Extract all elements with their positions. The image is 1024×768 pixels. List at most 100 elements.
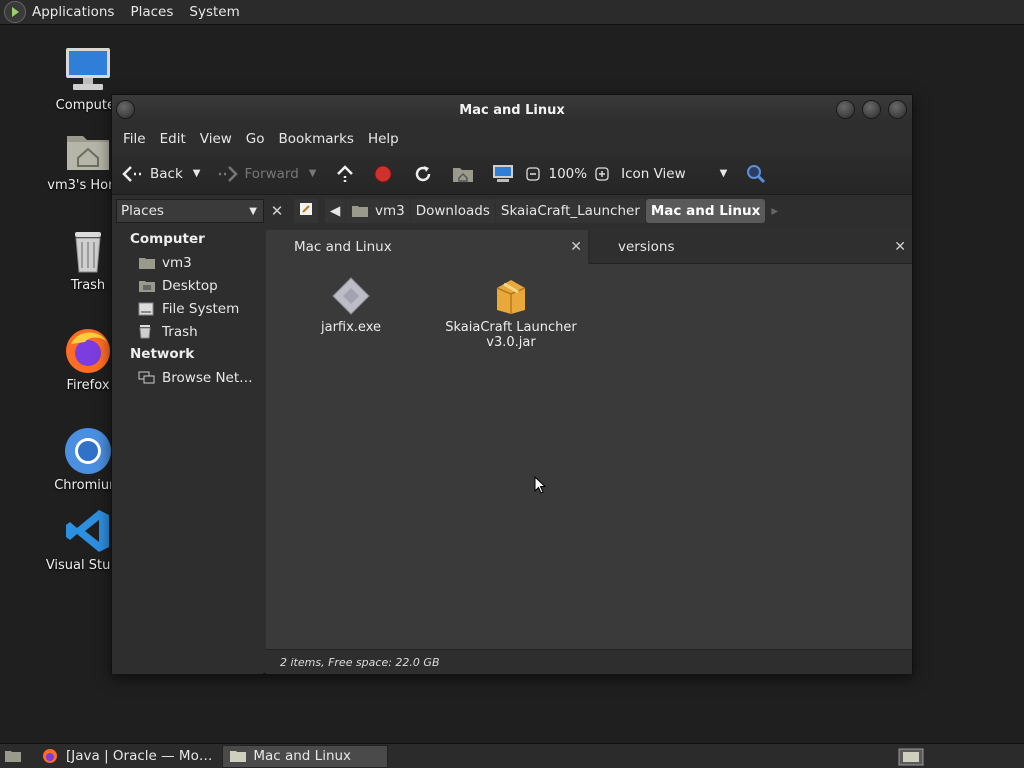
- chevron-left-icon: ◀: [329, 203, 341, 219]
- breadcrumb-downloads[interactable]: Downloads: [410, 199, 495, 223]
- forward-label: Forward: [244, 165, 299, 182]
- close-icon[interactable]: [888, 100, 907, 119]
- sidebar-item-label: Desktop: [162, 277, 218, 294]
- sidebar-type-value: Places: [121, 203, 164, 219]
- top-panel: Applications Places System: [0, 0, 1024, 25]
- back-button[interactable]: Back ▼: [120, 161, 200, 187]
- computer-icon: [490, 161, 516, 187]
- chromium-icon: [63, 426, 113, 476]
- breadcrumb-vm3[interactable]: vm3: [346, 199, 410, 223]
- close-sidebar-button[interactable]: ✕: [266, 199, 288, 223]
- file-item-jarfix[interactable]: jarfix.exe: [281, 276, 421, 335]
- view-mode-dropdown-icon: ▼: [719, 168, 728, 179]
- menu-go[interactable]: Go: [239, 131, 272, 147]
- close-tab-icon[interactable]: ✕: [570, 239, 582, 255]
- desktop-folder-icon: [138, 278, 156, 294]
- search-button[interactable]: [743, 161, 769, 187]
- applications-menu[interactable]: Applications: [0, 0, 122, 25]
- edit-pencil-icon: [299, 202, 313, 220]
- zoom-out-icon: [524, 161, 542, 187]
- mouse-pointer-icon: [534, 475, 547, 494]
- window-menu-icon[interactable]: [116, 100, 135, 119]
- file-name: SkaiaCraft Launcher v3.0.jar: [445, 320, 577, 350]
- home-folder-icon: [63, 126, 113, 176]
- sidebar-item-label: Browse Net…: [162, 369, 253, 386]
- applications-menu-label: Applications: [32, 3, 115, 20]
- window-title: Mac and Linux: [459, 102, 565, 118]
- tab-label: versions: [618, 238, 675, 255]
- network-icon: [138, 370, 156, 386]
- sidebar-type-select[interactable]: Places ▼: [116, 199, 264, 223]
- sidebar: Computer vm3 Desktop File System Trash N…: [112, 228, 263, 674]
- system-menu[interactable]: System: [181, 0, 247, 25]
- sidebar-item-trash[interactable]: Trash: [112, 320, 263, 343]
- menu-bookmarks[interactable]: Bookmarks: [272, 131, 361, 147]
- firefox-icon: [63, 326, 113, 376]
- breadcrumb-scroll-right[interactable]: ▸: [766, 199, 783, 223]
- sidebar-item-browse-network[interactable]: Browse Net…: [112, 366, 263, 389]
- close-icon: ✕: [270, 202, 284, 220]
- maximize-icon[interactable]: [862, 100, 881, 119]
- taskbar-item-firefox[interactable]: [Java | Oracle — Mo…: [36, 745, 218, 768]
- zoom-in-button[interactable]: [593, 161, 611, 187]
- sidebar-item-vm3[interactable]: vm3: [112, 251, 263, 274]
- sidebar-item-desktop[interactable]: Desktop: [112, 274, 263, 297]
- taskbar-item-label: Mac and Linux: [253, 748, 352, 764]
- breadcrumb-skaiacraft-launcher[interactable]: SkaiaCraft_Launcher: [495, 199, 645, 223]
- view-mode-value: Icon View: [621, 165, 686, 182]
- zoom-out-button[interactable]: [524, 161, 542, 187]
- view-mode-select[interactable]: Icon View ▼: [621, 166, 727, 182]
- menu-help[interactable]: Help: [361, 131, 406, 147]
- zoom-in-icon: [593, 161, 611, 187]
- menu-edit[interactable]: Edit: [153, 131, 193, 147]
- chevron-right-icon: ▸: [771, 203, 779, 219]
- vscode-icon: [63, 506, 113, 556]
- taskbar: [Java | Oracle — Mo… Mac and Linux: [0, 743, 1024, 768]
- computer-button[interactable]: [490, 161, 516, 187]
- breadcrumb-mac-and-linux[interactable]: Mac and Linux: [645, 199, 766, 223]
- zoom-level-value: 100%: [548, 165, 588, 182]
- stop-button[interactable]: [370, 161, 396, 187]
- file-item-skaiacraft-launcher[interactable]: SkaiaCraft Launcher v3.0.jar: [441, 276, 581, 350]
- back-label: Back: [150, 165, 183, 182]
- jar-archive-icon: [491, 276, 531, 316]
- tab-versions[interactable]: versions ✕: [590, 230, 912, 264]
- sidebar-item-label: File System: [162, 300, 240, 317]
- tab-mac-and-linux[interactable]: Mac and Linux ✕: [266, 230, 588, 264]
- show-desktop-icon: [4, 748, 22, 764]
- tab-label: Mac and Linux: [294, 239, 392, 255]
- trash-icon: [63, 226, 113, 276]
- location-bar: Places ▼ ✕ ◀ vm3 Downloads SkaiaCraft_La…: [112, 195, 912, 227]
- window-titlebar[interactable]: Mac and Linux: [112, 95, 912, 125]
- sidebar-item-label: vm3: [162, 254, 192, 271]
- show-desktop-button[interactable]: [0, 745, 32, 768]
- reload-button[interactable]: [410, 161, 436, 187]
- up-button[interactable]: [332, 161, 358, 187]
- sidebar-item-label: Trash: [162, 323, 198, 340]
- breadcrumb-scroll-left[interactable]: ◀: [325, 199, 345, 223]
- zoom-level[interactable]: 100%: [548, 166, 587, 182]
- minimize-icon[interactable]: [836, 100, 855, 119]
- taskbar-item-file-manager[interactable]: Mac and Linux: [222, 744, 389, 768]
- workspace-switcher[interactable]: [894, 745, 934, 768]
- sidebar-item-file-system[interactable]: File System: [112, 297, 263, 320]
- search-icon: [743, 161, 769, 187]
- forward-history-dropdown-icon[interactable]: ▼: [309, 168, 317, 179]
- file-view[interactable]: Mac and Linux ✕ versions ✕ jarfix.exe Sk…: [266, 230, 912, 649]
- menu-view[interactable]: View: [193, 131, 239, 147]
- forward-button[interactable]: Forward ▼: [214, 161, 316, 187]
- breadcrumb-label: vm3: [375, 203, 405, 219]
- home-folder-icon: [450, 161, 476, 187]
- drive-icon: [138, 301, 156, 317]
- places-menu[interactable]: Places: [122, 0, 181, 25]
- menu-file[interactable]: File: [116, 131, 153, 147]
- close-tab-icon[interactable]: ✕: [894, 239, 906, 255]
- home-folder-icon: [351, 204, 369, 218]
- back-history-dropdown-icon[interactable]: ▼: [193, 168, 201, 179]
- toggle-location-entry-button[interactable]: [294, 199, 318, 223]
- sidebar-heading-network: Network: [130, 346, 195, 362]
- sidebar-heading-computer: Computer: [130, 231, 205, 247]
- home-button[interactable]: [450, 161, 476, 187]
- reload-icon: [410, 161, 436, 187]
- file-name: jarfix.exe: [321, 320, 381, 335]
